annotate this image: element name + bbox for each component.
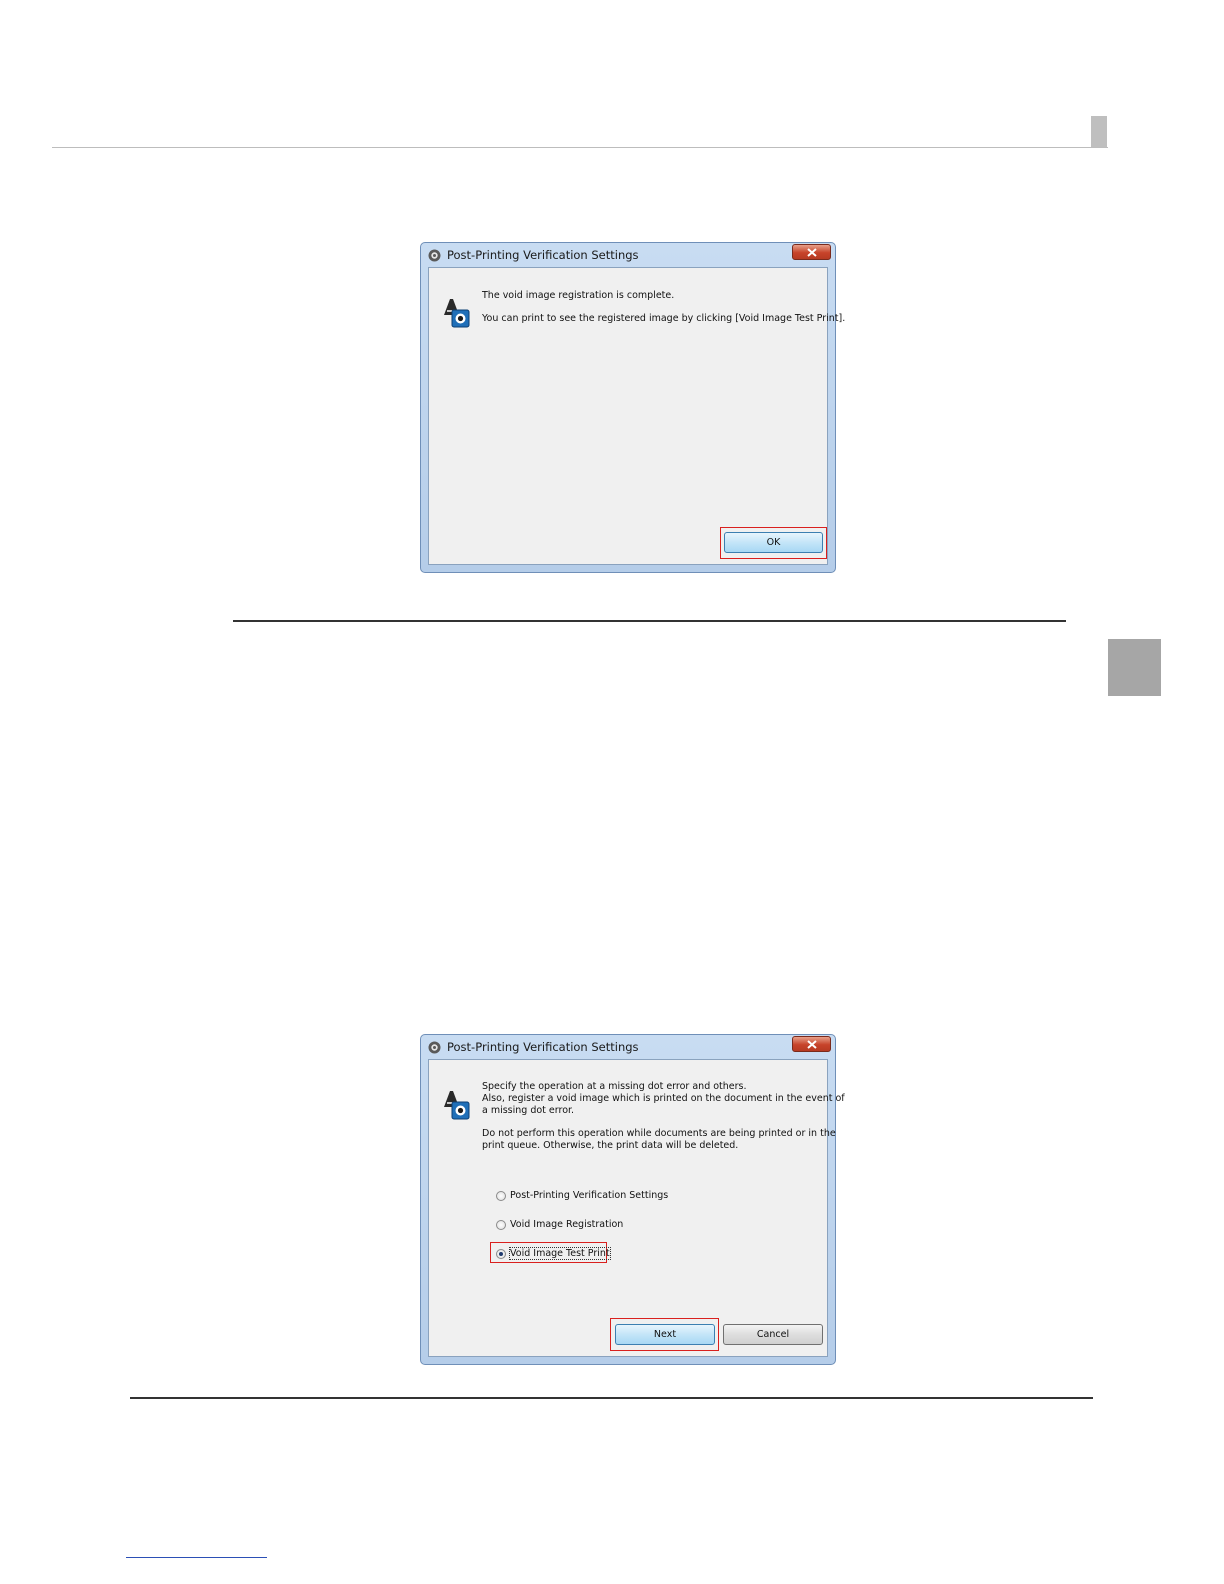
chapter-side-tab (1108, 639, 1161, 696)
radio-button-selected[interactable] (496, 1249, 506, 1259)
dialog-body: Specify the operation at a missing dot e… (428, 1059, 845, 1357)
completion-dialog: Post-Printing Verification Settings The … (420, 242, 845, 573)
footer-link-underline (126, 1557, 267, 1558)
settings-gear-icon (428, 1041, 441, 1054)
dialog-body: The void image registration is complete.… (428, 267, 845, 565)
next-button[interactable]: Next (615, 1324, 715, 1345)
radio-button[interactable] (496, 1220, 506, 1230)
radio-button[interactable] (496, 1191, 506, 1201)
window-title: Post-Printing Verification Settings (447, 248, 639, 262)
title-bar: Post-Printing Verification Settings (421, 243, 835, 267)
option-label: Post-Printing Verification Settings (510, 1190, 669, 1201)
option-label: Void Image Registration (510, 1219, 624, 1230)
title-bar: Post-Printing Verification Settings (421, 1035, 835, 1059)
cancel-button[interactable]: Cancel (723, 1324, 823, 1345)
header-rule (52, 147, 1108, 148)
menu-dialog: Post-Printing Verification Settings Spec… (420, 1034, 845, 1365)
settings-gear-icon (428, 249, 441, 262)
printer-settings-icon (444, 299, 470, 328)
window-title: Post-Printing Verification Settings (447, 1040, 639, 1054)
option-label: Void Image Test Print (509, 1247, 611, 1260)
close-button[interactable] (792, 244, 831, 260)
close-icon (807, 248, 817, 257)
warning-line: print queue. Otherwise, the print data w… (482, 1140, 739, 1151)
close-button[interactable] (792, 1036, 831, 1052)
message-line: The void image registration is complete. (482, 290, 675, 301)
warning-line: Do not perform this operation while docu… (482, 1128, 836, 1139)
close-icon (807, 1040, 817, 1049)
instruction-line: Specify the operation at a missing dot e… (482, 1081, 747, 1092)
printer-settings-icon (444, 1091, 470, 1120)
section-divider (233, 620, 1066, 622)
section-divider (130, 1397, 1093, 1399)
message-line: You can print to see the registered imag… (482, 313, 846, 324)
instruction-line: Also, register a void image which is pri… (482, 1093, 845, 1104)
header-tab-marker (1091, 116, 1107, 147)
ok-button[interactable]: OK (724, 532, 823, 553)
instruction-line: a missing dot error. (482, 1105, 575, 1116)
